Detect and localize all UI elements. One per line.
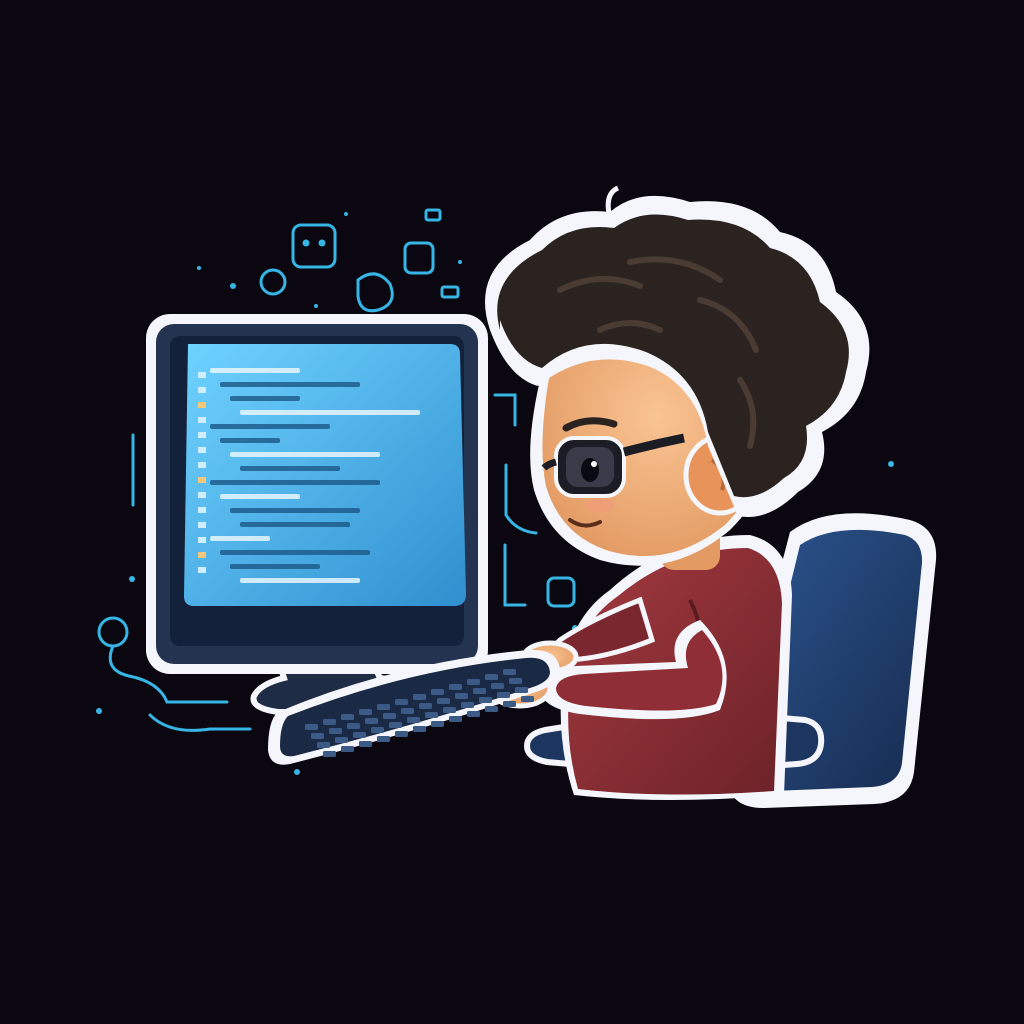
keyboard-key: [431, 721, 444, 727]
code-line: [210, 480, 380, 485]
line-gutter-mark: [198, 372, 206, 378]
keyboard-key: [509, 678, 522, 684]
line-gutter-mark: [198, 507, 206, 513]
code-line: [220, 382, 360, 387]
code-line: [210, 536, 270, 541]
cheek: [586, 497, 614, 513]
keyboard-key: [383, 713, 396, 719]
keyboard-key: [329, 728, 342, 734]
keyboard-key: [491, 683, 504, 689]
code-line: [240, 466, 340, 471]
keyboard-key: [485, 706, 498, 712]
keyboard-key: [305, 724, 318, 730]
code-line: [220, 438, 280, 443]
doodle-line-icon: [493, 393, 517, 427]
keyboard-key: [521, 696, 534, 702]
doodle-line-icon: [503, 543, 527, 607]
illustration-canvas: [0, 0, 1024, 1024]
keyboard-key: [359, 741, 372, 747]
code-line: [240, 522, 350, 527]
code-line: [230, 396, 300, 401]
doodle-face-icon: [97, 616, 129, 648]
doodle-bubble-icon: [259, 268, 287, 296]
keyboard-key: [317, 742, 330, 748]
code-line: [210, 368, 300, 373]
line-gutter-mark: [198, 522, 206, 528]
line-gutter-mark: [198, 417, 206, 423]
keyboard-key: [341, 714, 354, 720]
keyboard-key: [461, 702, 474, 708]
line-gutter-mark: [198, 432, 206, 438]
keyboard-key: [467, 679, 480, 685]
keyboard-key: [335, 737, 348, 743]
keyboard-key: [455, 693, 468, 699]
keyboard-key: [401, 708, 414, 714]
code-line: [210, 424, 330, 429]
keyboard-key: [341, 746, 354, 752]
keyboard-key: [377, 704, 390, 710]
keyboard-key: [503, 669, 516, 675]
keyboard-key: [323, 719, 336, 725]
keyboard-key: [419, 703, 432, 709]
keyboard-key: [365, 718, 378, 724]
code-line: [240, 410, 420, 415]
code-line: [220, 550, 370, 555]
keyboard-key: [485, 674, 498, 680]
keyboard-key: [515, 687, 528, 693]
keyboard-key: [377, 736, 390, 742]
line-gutter-mark: [198, 462, 206, 468]
doodle-line-icon: [148, 713, 252, 732]
line-gutter-mark: [198, 492, 206, 498]
line-gutter-mark: [198, 402, 206, 408]
line-gutter-mark: [198, 387, 206, 393]
doodle-face-icon: [403, 241, 435, 275]
keyboard-key: [323, 751, 336, 757]
keyboard-key: [353, 732, 366, 738]
keyboard-key: [395, 699, 408, 705]
doodle-face-icon: [546, 576, 576, 608]
keyboard-key: [473, 688, 486, 694]
code-line: [230, 508, 360, 513]
keyboard-key: [443, 707, 456, 713]
line-gutter-mark: [198, 567, 206, 573]
keyboard-key: [437, 698, 450, 704]
keyboard-key: [449, 716, 462, 722]
keyboard-key: [347, 723, 360, 729]
keyboard-key: [359, 709, 372, 715]
doodle-chip-icon: [424, 208, 442, 222]
code-line: [240, 578, 360, 583]
keyboard-key: [407, 717, 420, 723]
line-gutter-mark: [198, 477, 206, 483]
keyboard-key: [449, 684, 462, 690]
keyboard-key: [479, 697, 492, 703]
doodle-dot-icon: [302, 239, 310, 247]
doodle-bubble-icon: [356, 272, 394, 313]
keyboard-key: [467, 711, 480, 717]
keyboard-key: [413, 694, 426, 700]
code-line: [220, 494, 300, 499]
keyboard-key: [371, 727, 384, 733]
keyboard-key: [311, 733, 324, 739]
keyboard-key: [413, 726, 426, 732]
keyboard-key: [395, 731, 408, 737]
code-line: [230, 452, 380, 457]
keyboard-key: [425, 712, 438, 718]
keyboard-key: [503, 701, 516, 707]
doodle-chip-icon: [440, 285, 460, 299]
line-gutter-mark: [198, 552, 206, 558]
coder-illustration: [96, 185, 937, 808]
line-gutter-mark: [198, 537, 206, 543]
keyboard-key: [497, 692, 510, 698]
keyboard-key: [431, 689, 444, 695]
doodle-face-icon: [291, 223, 337, 269]
line-gutter-mark: [198, 447, 206, 453]
monitor-icon: [146, 314, 488, 715]
doodle-dot-icon: [318, 239, 326, 247]
code-line: [230, 564, 320, 569]
keyboard-key: [389, 722, 402, 728]
